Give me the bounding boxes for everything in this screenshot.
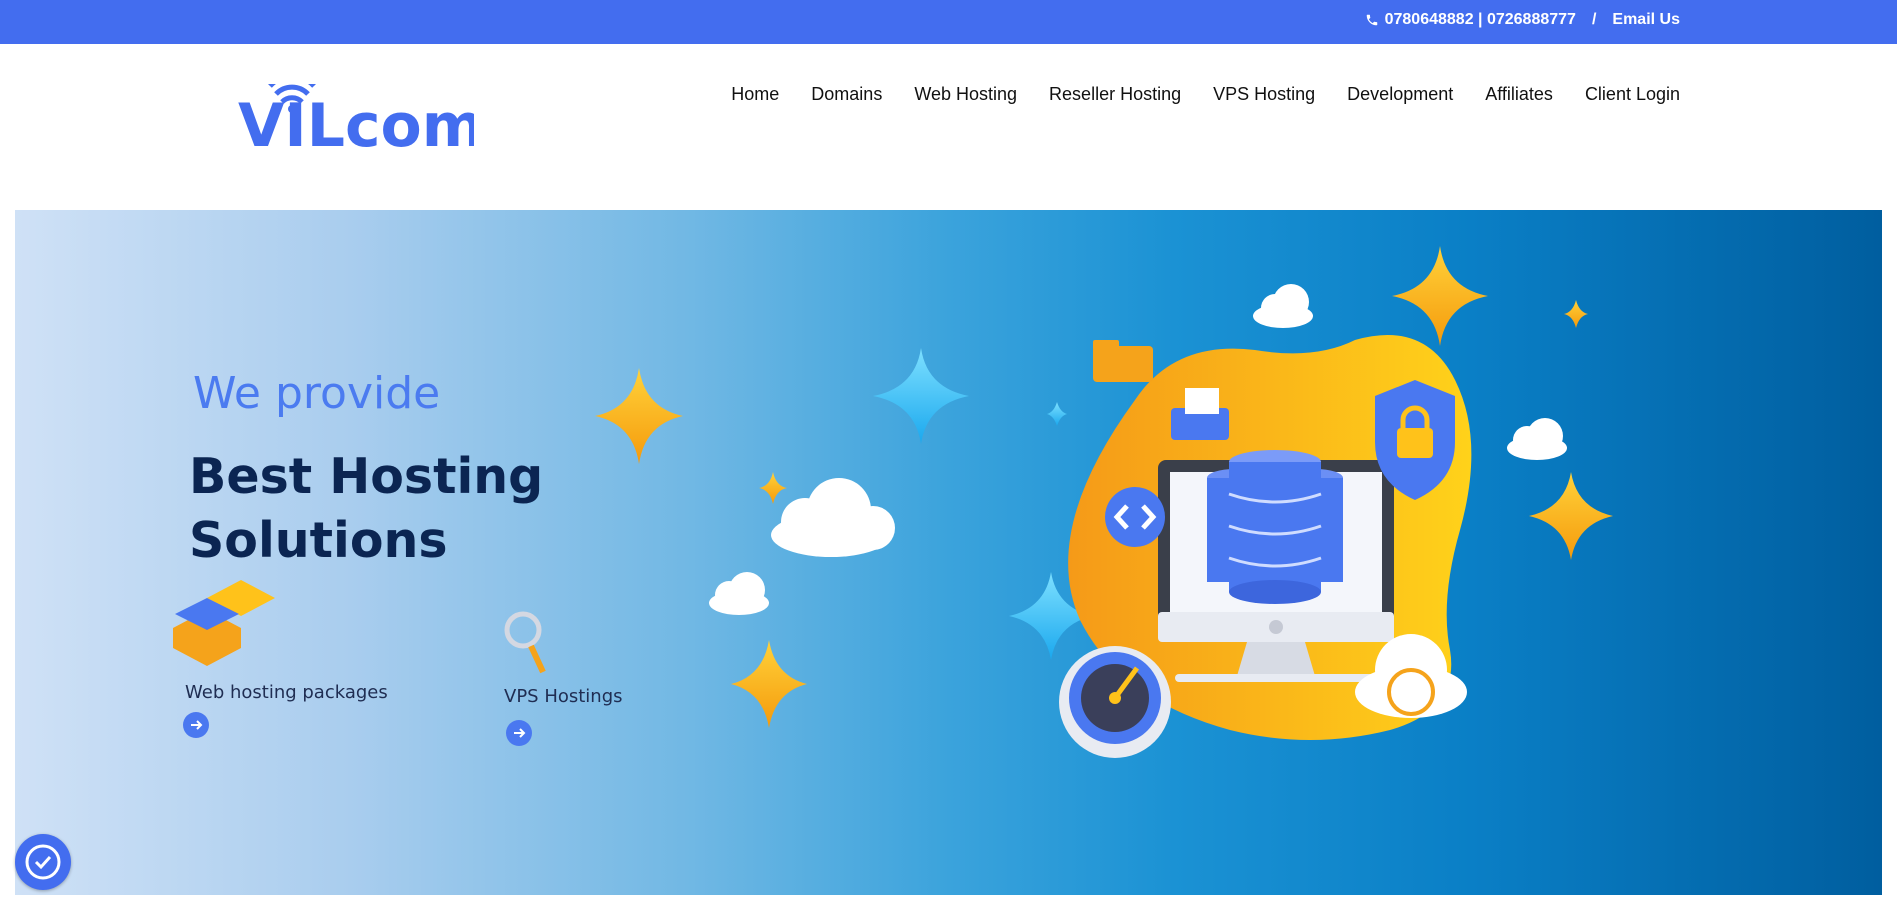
arrow-right-icon[interactable]	[183, 712, 209, 738]
feature-vps-hostings-label[interactable]: VPS Hostings	[504, 686, 623, 707]
nav-web-hosting[interactable]: Web Hosting	[914, 84, 1017, 105]
hero-title: Best Hosting Solutions	[189, 448, 544, 569]
main-nav: Home Domains Web Hosting Reseller Hostin…	[731, 84, 1680, 105]
search-magnifier-icon	[504, 611, 546, 674]
contact-separator: /	[1591, 11, 1597, 28]
nav-home[interactable]: Home	[731, 84, 779, 105]
nav-vps-hosting[interactable]: VPS Hosting	[1213, 84, 1315, 105]
nav-domains[interactable]: Domains	[811, 84, 882, 105]
database-icon	[1207, 450, 1343, 604]
nav-development[interactable]: Development	[1347, 84, 1453, 105]
speed-gauge-icon	[1059, 646, 1171, 758]
logo-text: VILcom	[238, 91, 474, 150]
accessibility-icon	[25, 844, 61, 880]
hosting-package-icon	[173, 580, 275, 666]
nav-affiliates[interactable]: Affiliates	[1485, 84, 1553, 105]
contact-info: 0780648882 | 0726888777 / Email Us	[1365, 11, 1680, 29]
hero-banner: We provide Best Hosting Solutions Web ho…	[15, 210, 1882, 895]
phone-icon	[1366, 14, 1377, 26]
vilcom-logo[interactable]: VILcom	[238, 84, 474, 150]
feature-web-hosting-label[interactable]: Web hosting packages	[185, 682, 388, 703]
top-contact-bar: 0780648882 | 0726888777 / Email Us	[0, 0, 1897, 44]
nav-reseller-hosting[interactable]: Reseller Hosting	[1049, 84, 1181, 105]
phone-numbers-link[interactable]: 0780648882 | 0726888777	[1385, 11, 1576, 29]
nav-client-login[interactable]: Client Login	[1585, 84, 1680, 105]
site-header: VILcom Home Domains Web Hosting Reseller…	[0, 44, 1897, 210]
email-us-link[interactable]: Email Us	[1612, 11, 1680, 29]
hero-subtitle: We provide	[193, 368, 441, 419]
accessibility-widget-button[interactable]	[15, 834, 71, 890]
arrow-right-icon[interactable]	[506, 720, 532, 746]
